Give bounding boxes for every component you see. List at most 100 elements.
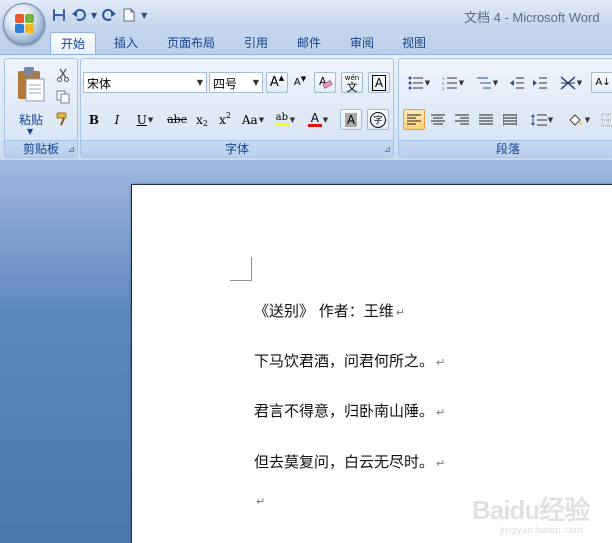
font-group-label: 字体 — [81, 140, 393, 157]
decrease-indent-button[interactable] — [506, 72, 528, 93]
paste-dropdown-icon: ▼ — [27, 127, 34, 136]
enclose-characters-button[interactable]: 字 — [367, 109, 389, 130]
shrink-font-button[interactable]: A ▼ — [289, 72, 311, 93]
font-color-button[interactable]: A ▼ — [303, 109, 333, 130]
paragraph-mark: ↵ — [436, 406, 446, 419]
clipboard-group-label: 剪贴板 — [5, 140, 77, 157]
undo-dropdown-icon[interactable]: ▼ — [91, 11, 97, 20]
font-color-swatch — [307, 124, 322, 127]
change-case-button[interactable]: Aa ▼ — [238, 109, 268, 130]
italic-button[interactable]: I — [106, 109, 128, 130]
sort-button[interactable]: A↓ — [591, 72, 612, 93]
paste-button[interactable]: 粘贴 ▼ — [10, 63, 52, 139]
paragraph-mark: ↵ — [256, 495, 266, 508]
bullets-button[interactable]: ▼ — [403, 72, 435, 93]
borders-button[interactable] — [597, 109, 612, 130]
bullets-icon — [408, 76, 423, 89]
copy-icon[interactable] — [55, 89, 71, 105]
distributed-icon — [503, 113, 517, 126]
line-spacing-icon — [530, 113, 547, 126]
font-dialog-launcher-icon[interactable]: ⊿ — [383, 145, 391, 155]
numbering-icon: 123 — [442, 76, 457, 90]
font-size-value: 四号 — [213, 77, 238, 91]
tab-review[interactable]: 审阅 — [340, 32, 384, 54]
underline-button[interactable]: U ▼ — [131, 109, 159, 130]
tab-insert[interactable]: 插入 — [104, 32, 148, 54]
clear-formatting-button[interactable]: A — [314, 72, 336, 93]
font-group: 宋体 ▼ 四号 ▼ A ▲ A ▼ A wén 文 A B I U ▼ abc … — [80, 58, 394, 158]
paragraph-title[interactable]: 《送别》 作者：王维 ↵ — [254, 300, 405, 321]
tab-home[interactable]: 开始 — [50, 32, 97, 54]
paste-label: 粘贴 — [18, 113, 43, 127]
font-name-select[interactable]: 宋体 ▼ — [83, 72, 207, 93]
chevron-down-icon: ▼ — [196, 78, 204, 87]
justify-button[interactable] — [475, 109, 497, 130]
tab-page-layout[interactable]: 页面布局 — [157, 32, 225, 54]
chevron-down-icon: ▼ — [252, 78, 260, 87]
align-right-button[interactable] — [451, 109, 473, 130]
svg-text:3: 3 — [442, 86, 445, 90]
line-spacing-button[interactable]: ▼ — [527, 109, 557, 130]
sort-icon: A↓ — [595, 77, 611, 88]
baidu-jingyan-watermark: Baidu经验 jingyan.baidu.com — [472, 482, 612, 543]
subscript-button[interactable]: x2 — [191, 109, 213, 130]
align-left-button[interactable] — [403, 109, 425, 130]
clipboard-dialog-launcher-icon[interactable]: ⊿ — [67, 145, 75, 155]
multilevel-list-button[interactable]: ▼ — [471, 72, 503, 93]
highlight-color-swatch — [274, 123, 289, 126]
bold-button[interactable]: B — [83, 109, 105, 130]
paragraph-line[interactable]: 君言不得意，归卧南山陲。 ↵ — [254, 400, 445, 421]
highlight-button[interactable]: ab ▼ — [270, 109, 300, 130]
character-border-button[interactable]: A — [368, 72, 390, 93]
align-left-icon — [407, 114, 421, 124]
chinese-layout-button[interactable]: ▼ — [555, 72, 587, 93]
clipboard-group: 粘贴 ▼ 剪贴板 ⊿ — [4, 58, 78, 158]
numbering-button[interactable]: 1 2 3 ▼ — [437, 72, 469, 93]
align-right-icon — [455, 114, 469, 124]
paste-icon — [16, 65, 46, 106]
strikethrough-button[interactable]: abc — [165, 109, 189, 130]
grow-font-button[interactable]: A ▲ — [266, 72, 288, 93]
paragraph-line[interactable]: 下马饮君酒，问君何所之。 ↵ — [254, 350, 445, 371]
redo-icon[interactable] — [100, 6, 118, 24]
justify-icon — [479, 114, 493, 124]
paragraph-group-label: 段落 — [399, 140, 612, 157]
clear-formatting-icon: A — [317, 75, 333, 91]
save-icon[interactable] — [50, 6, 68, 24]
distributed-button[interactable] — [499, 109, 521, 130]
paragraph-mark: ↵ — [395, 306, 405, 319]
undo-icon[interactable] — [70, 6, 88, 24]
phonetic-guide-button[interactable]: wén 文 — [341, 72, 363, 93]
paragraph-group: ▼ 1 2 3 ▼ ▼ ▼ A↓ ▼ ▼ 段落 — [398, 58, 612, 158]
tab-mailings[interactable]: 邮件 — [287, 32, 331, 54]
customize-quick-access-icon[interactable]: ▼ — [141, 11, 147, 20]
tab-view[interactable]: 视图 — [392, 32, 436, 54]
character-shading-button[interactable]: A — [340, 109, 362, 130]
office-logo-icon — [15, 14, 35, 34]
tab-references[interactable]: 引用 — [234, 32, 278, 54]
paragraph-empty[interactable]: ↵ — [254, 491, 265, 509]
align-center-icon — [431, 114, 445, 124]
align-center-button[interactable] — [427, 109, 449, 130]
new-document-icon[interactable] — [120, 6, 138, 24]
font-name-value: 宋体 — [87, 77, 112, 91]
title-bar: ▼ ▼ 文档 4 - Microsoft Word — [0, 0, 612, 45]
office-button[interactable] — [3, 3, 45, 45]
quick-access-toolbar: ▼ ▼ — [50, 5, 148, 25]
character-shading-glyph: A — [344, 112, 358, 127]
decrease-indent-icon — [510, 77, 524, 88]
format-painter-icon[interactable] — [55, 111, 71, 127]
watermark-url: jingyan.baidu.com — [500, 526, 584, 536]
increase-indent-button[interactable] — [529, 72, 551, 93]
increase-indent-icon — [533, 77, 547, 88]
cut-icon[interactable] — [55, 67, 71, 83]
superscript-button[interactable]: x2 — [214, 109, 236, 130]
borders-icon — [601, 113, 612, 126]
paragraph-mark: ↵ — [436, 356, 446, 369]
font-size-select[interactable]: 四号 ▼ — [209, 72, 263, 93]
chinese-layout-icon — [560, 75, 576, 90]
shading-button[interactable]: ▼ — [563, 109, 595, 130]
paragraph-line[interactable]: 但去莫复问，白云无尽时。 ↵ — [254, 451, 445, 472]
enclose-characters-glyph: 字 — [370, 111, 386, 128]
window-title: 文档 4 - Microsoft Word — [464, 10, 600, 25]
